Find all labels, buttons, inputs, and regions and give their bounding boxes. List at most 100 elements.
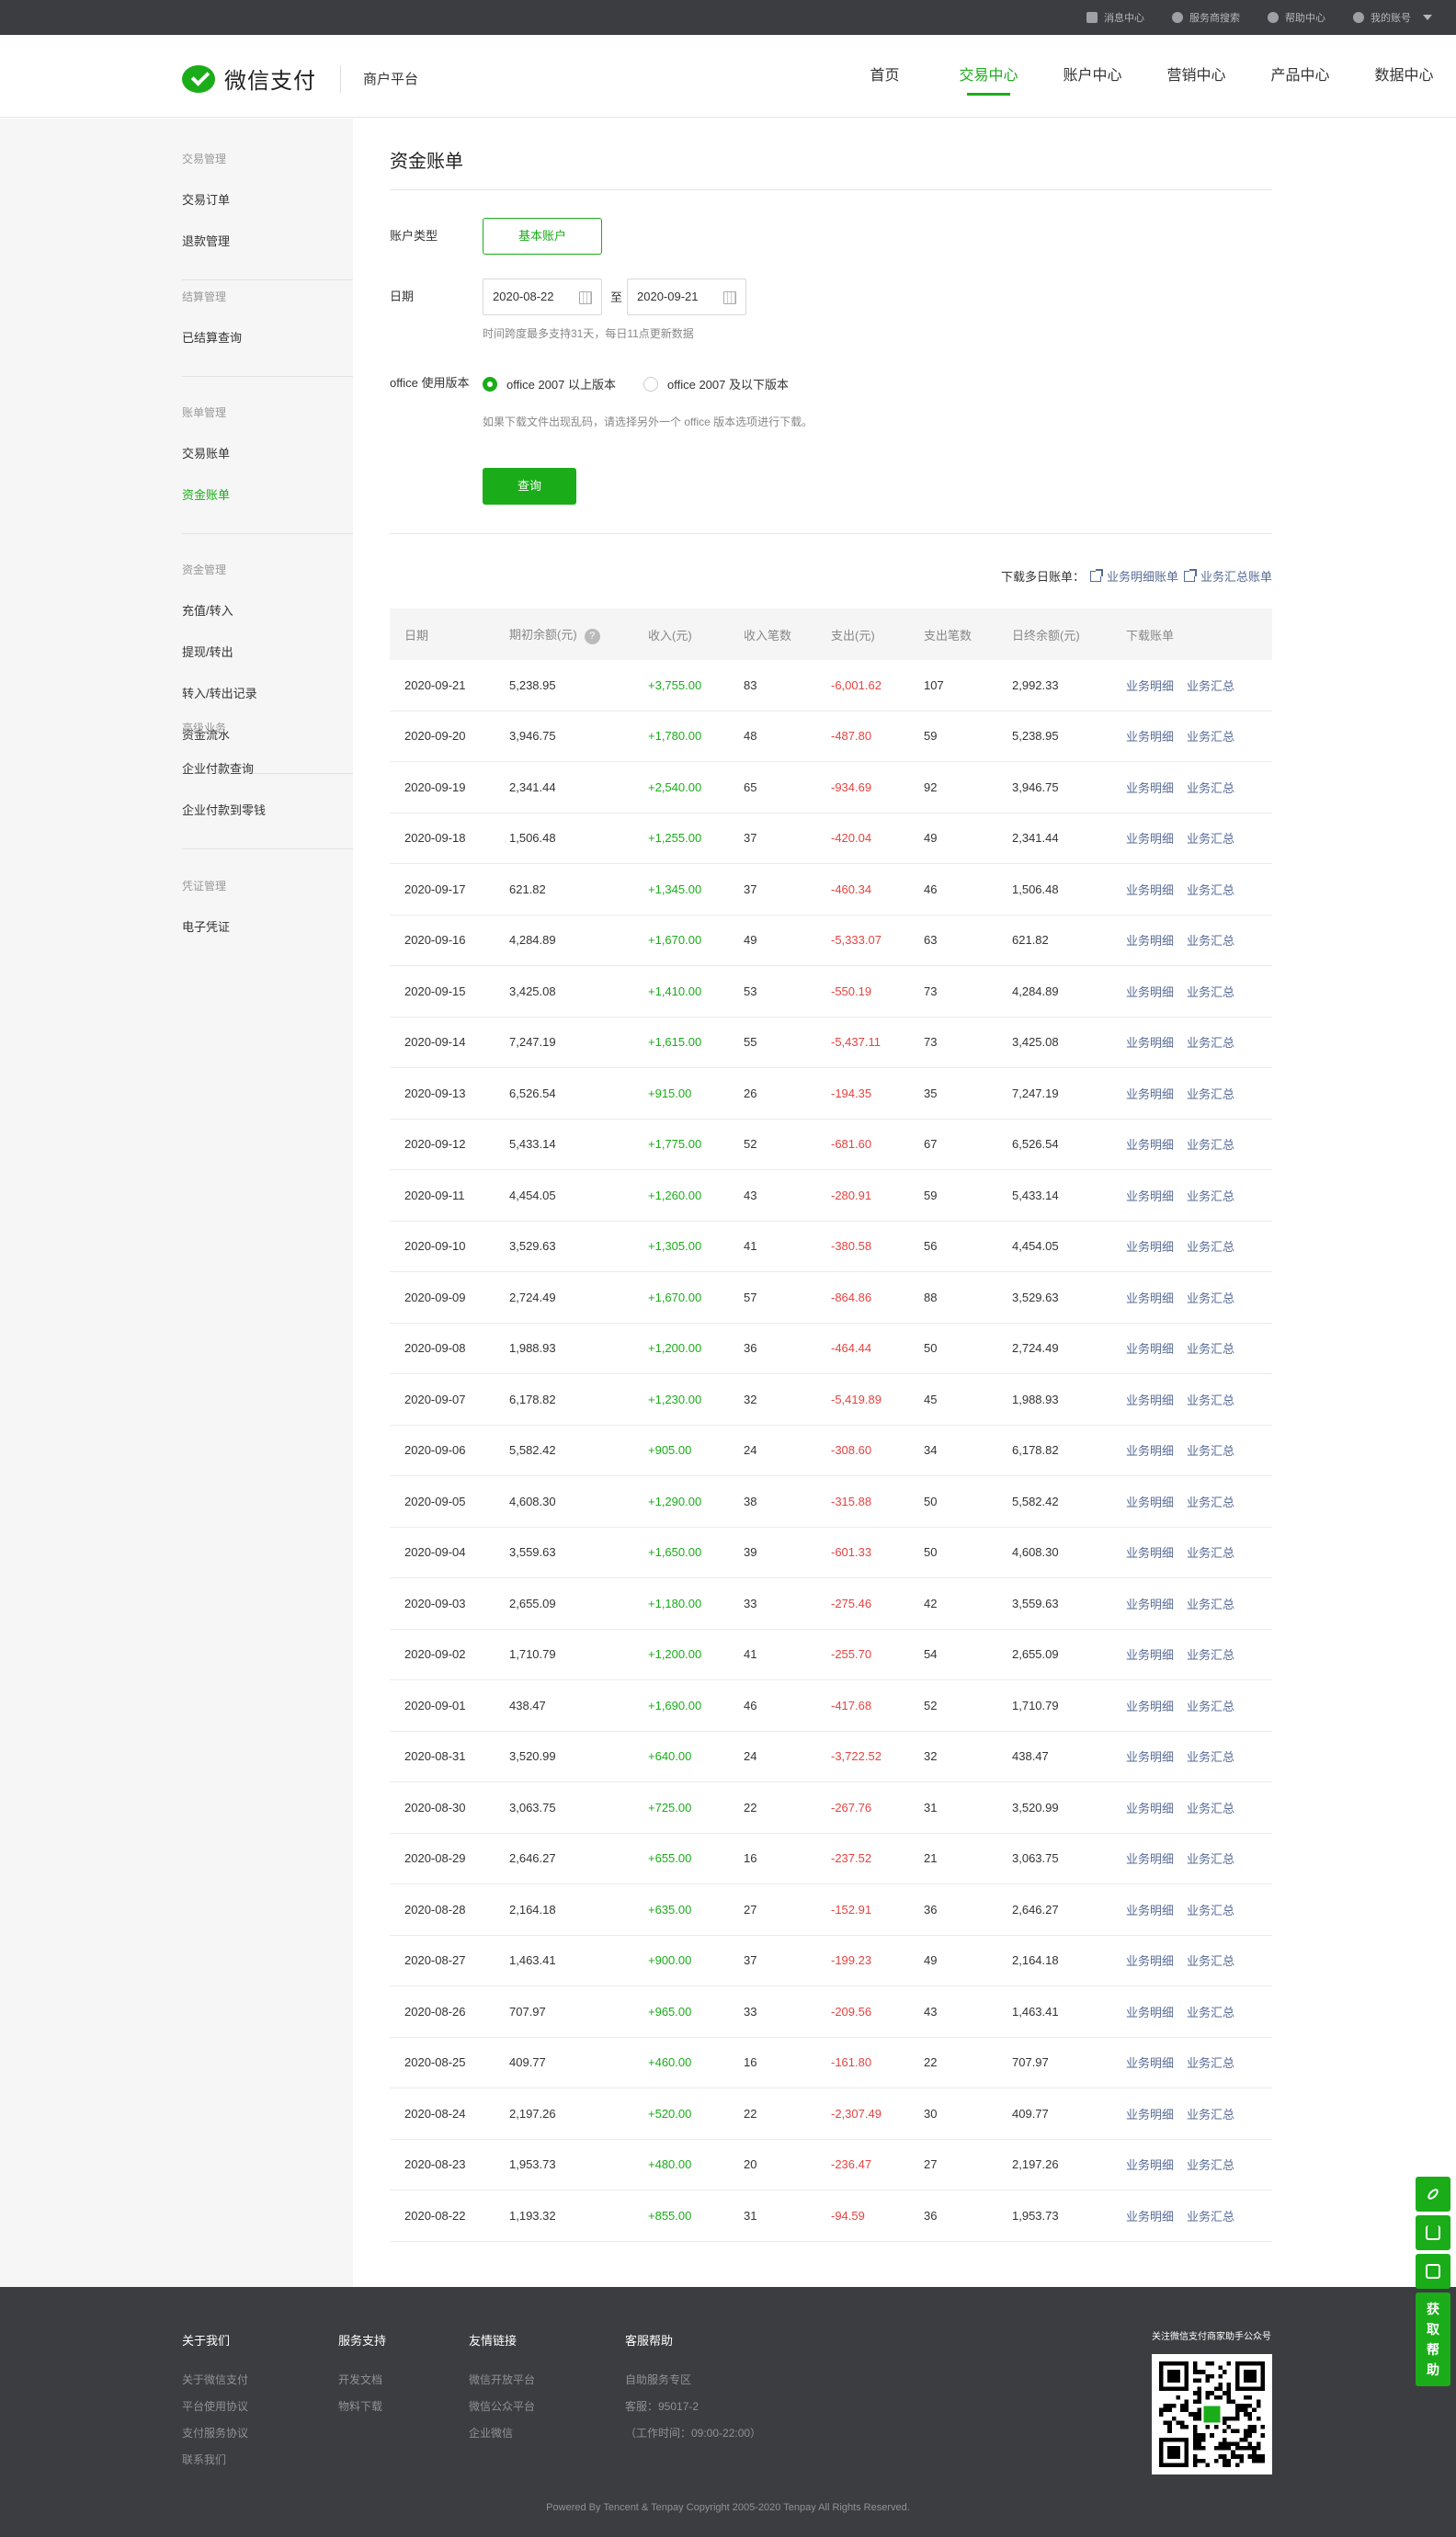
office-option-new[interactable]: office 2007 以上版本 [483, 375, 616, 392]
detail-link[interactable]: 业务明细 [1126, 1036, 1174, 1050]
detail-link[interactable]: 业务明细 [1126, 1087, 1174, 1101]
footer-link[interactable]: 支付服务协议 [182, 2420, 248, 2447]
detail-link[interactable]: 业务明细 [1126, 985, 1174, 999]
detail-link[interactable]: 业务明细 [1126, 679, 1174, 693]
footer-link[interactable]: 联系我们 [182, 2447, 248, 2474]
footer-link[interactable]: 开发文档 [338, 2367, 386, 2394]
summary-link[interactable]: 业务汇总 [1187, 934, 1234, 948]
summary-link[interactable]: 业务汇总 [1187, 2006, 1234, 2019]
detail-link[interactable]: 业务明细 [1126, 1802, 1174, 1815]
footer-link[interactable]: 微信公众平台 [469, 2394, 535, 2420]
nav-item[interactable]: 交易中心 [937, 35, 1041, 118]
detail-link[interactable]: 业务明细 [1126, 1648, 1174, 1662]
detail-link[interactable]: 业务明细 [1126, 1138, 1174, 1152]
summary-link[interactable]: 业务汇总 [1187, 1852, 1234, 1866]
summary-link[interactable]: 业务汇总 [1187, 1648, 1234, 1662]
sidebar-item[interactable]: 充值/转入 [182, 590, 353, 631]
summary-link[interactable]: 业务汇总 [1187, 679, 1234, 693]
sidebar-item[interactable]: 交易账单 [182, 433, 353, 474]
sidebar-item[interactable]: 已结算查询 [182, 317, 353, 358]
summary-link[interactable]: 业务汇总 [1187, 883, 1234, 897]
summary-link[interactable]: 业务汇总 [1187, 2158, 1234, 2172]
top-link-help[interactable]: 帮助中心 [1268, 10, 1325, 25]
float-edit-button[interactable] [1416, 2254, 1450, 2289]
summary-link[interactable]: 业务汇总 [1187, 832, 1234, 846]
download-summary-link[interactable]: 业务汇总账单 [1183, 567, 1272, 585]
detail-link[interactable]: 业务明细 [1126, 2108, 1174, 2122]
nav-item[interactable]: 营销中心 [1144, 35, 1248, 118]
summary-link[interactable]: 业务汇总 [1187, 1036, 1234, 1050]
office-option-old[interactable]: office 2007 及以下版本 [643, 375, 789, 392]
query-button[interactable]: 查询 [483, 468, 576, 505]
detail-link[interactable]: 业务明细 [1126, 2006, 1174, 2019]
float-link-button[interactable] [1416, 2177, 1450, 2212]
detail-link[interactable]: 业务明细 [1126, 1291, 1174, 1305]
detail-link[interactable]: 业务明细 [1126, 1750, 1174, 1764]
detail-link[interactable]: 业务明细 [1126, 2158, 1174, 2172]
detail-link[interactable]: 业务明细 [1126, 1444, 1174, 1458]
float-download-button[interactable] [1416, 2215, 1450, 2250]
top-link-search[interactable]: 服务商搜索 [1172, 10, 1240, 25]
date-from-input[interactable]: 2020-08-22 [483, 279, 602, 315]
detail-link[interactable]: 业务明细 [1126, 1954, 1174, 1968]
summary-link[interactable]: 业务汇总 [1187, 1189, 1234, 1203]
account-type-button[interactable]: 基本账户 [483, 218, 602, 255]
summary-link[interactable]: 业务汇总 [1187, 2108, 1234, 2122]
help-icon[interactable]: ? [584, 628, 600, 644]
summary-link[interactable]: 业务汇总 [1187, 1750, 1234, 1764]
detail-link[interactable]: 业务明细 [1126, 2056, 1174, 2070]
detail-link[interactable]: 业务明细 [1126, 883, 1174, 897]
footer-link[interactable]: 微信开放平台 [469, 2367, 535, 2394]
detail-link[interactable]: 业务明细 [1126, 1546, 1174, 1560]
nav-item[interactable]: 首页 [833, 35, 937, 118]
sidebar-item[interactable]: 提现/转出 [182, 631, 353, 673]
summary-link[interactable]: 业务汇总 [1187, 1954, 1234, 1968]
summary-link[interactable]: 业务汇总 [1187, 985, 1234, 999]
detail-link[interactable]: 业务明细 [1126, 1496, 1174, 1509]
detail-link[interactable]: 业务明细 [1126, 1240, 1174, 1254]
footer-link[interactable]: 自助服务专区 [625, 2367, 761, 2394]
float-help-button[interactable]: 获取帮助 [1416, 2292, 1450, 2386]
top-link-mail[interactable]: 消息中心 [1086, 10, 1144, 25]
detail-link[interactable]: 业务明细 [1126, 730, 1174, 744]
detail-link[interactable]: 业务明细 [1126, 1700, 1174, 1713]
sidebar-item[interactable]: 企业付款到零钱 [182, 790, 353, 831]
summary-link[interactable]: 业务汇总 [1187, 1394, 1234, 1407]
summary-link[interactable]: 业务汇总 [1187, 2056, 1234, 2070]
nav-item[interactable]: 账户中心 [1041, 35, 1144, 118]
top-link-user[interactable]: 我的账号 [1353, 10, 1432, 25]
summary-link[interactable]: 业务汇总 [1187, 1496, 1234, 1509]
detail-link[interactable]: 业务明细 [1126, 781, 1174, 795]
summary-link[interactable]: 业务汇总 [1187, 1700, 1234, 1713]
logo[interactable]: 微信支付 商户平台 [182, 63, 418, 95]
detail-link[interactable]: 业务明细 [1126, 1598, 1174, 1611]
summary-link[interactable]: 业务汇总 [1187, 1802, 1234, 1815]
summary-link[interactable]: 业务汇总 [1187, 1598, 1234, 1611]
detail-link[interactable]: 业务明细 [1126, 1342, 1174, 1356]
summary-link[interactable]: 业务汇总 [1187, 1138, 1234, 1152]
nav-item[interactable]: 产品中心 [1248, 35, 1352, 118]
summary-link[interactable]: 业务汇总 [1187, 1546, 1234, 1560]
summary-link[interactable]: 业务汇总 [1187, 1904, 1234, 1917]
detail-link[interactable]: 业务明细 [1126, 1852, 1174, 1866]
sidebar-item[interactable]: 企业付款查询 [182, 748, 353, 790]
detail-link[interactable]: 业务明细 [1126, 1189, 1174, 1203]
summary-link[interactable]: 业务汇总 [1187, 1444, 1234, 1458]
detail-link[interactable]: 业务明细 [1126, 832, 1174, 846]
footer-link[interactable]: 关于微信支付 [182, 2367, 248, 2394]
detail-link[interactable]: 业务明细 [1126, 1904, 1174, 1917]
summary-link[interactable]: 业务汇总 [1187, 730, 1234, 744]
footer-link[interactable]: 企业微信 [469, 2420, 535, 2447]
sidebar-item[interactable]: 交易订单 [182, 179, 353, 221]
summary-link[interactable]: 业务汇总 [1187, 1087, 1234, 1101]
sidebar-item[interactable]: 电子凭证 [182, 906, 353, 948]
download-detail-link[interactable]: 业务明细账单 [1089, 567, 1178, 585]
sidebar-item[interactable]: 退款管理 [182, 221, 353, 262]
summary-link[interactable]: 业务汇总 [1187, 781, 1234, 795]
detail-link[interactable]: 业务明细 [1126, 2210, 1174, 2224]
summary-link[interactable]: 业务汇总 [1187, 1291, 1234, 1305]
summary-link[interactable]: 业务汇总 [1187, 1240, 1234, 1254]
footer-link[interactable]: 平台使用协议 [182, 2394, 248, 2420]
sidebar-item[interactable]: 资金账单 [182, 474, 353, 516]
detail-link[interactable]: 业务明细 [1126, 934, 1174, 948]
